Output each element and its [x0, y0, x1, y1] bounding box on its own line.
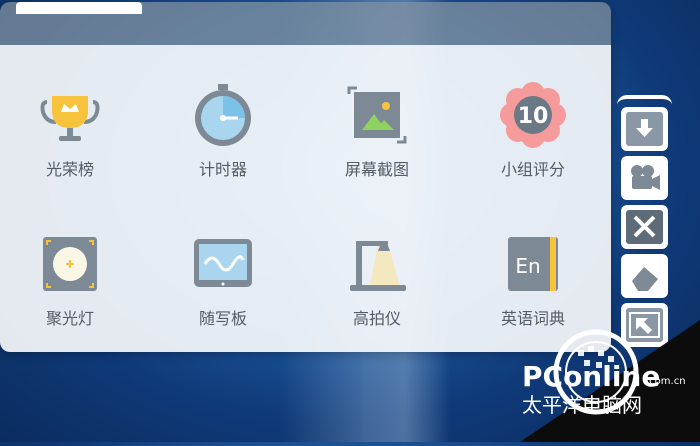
watermark-brand: PConline: [522, 360, 660, 393]
tool-timer[interactable]: 计时器: [153, 80, 293, 180]
tool-screenshot[interactable]: 屏幕截图: [307, 80, 447, 180]
tool-document-camera[interactable]: 高拍仪: [307, 229, 447, 329]
score-badge: 10: [518, 104, 549, 129]
score-flower-icon: 10: [498, 80, 568, 150]
dictionary-badge: En: [515, 254, 540, 278]
tool-writing-board[interactable]: 随写板: [153, 229, 293, 329]
writing-board-icon: [188, 229, 258, 299]
tool-label: 聚光灯: [45, 309, 94, 328]
tool-label: 随写板: [198, 309, 247, 328]
spotlight-icon: [35, 229, 105, 299]
stopwatch-icon: [188, 80, 258, 150]
download-button[interactable]: [621, 107, 668, 151]
screenshot-icon: [342, 80, 412, 150]
tool-label: 屏幕截图: [344, 160, 409, 179]
watermark-suffix: .com.cn: [646, 376, 686, 387]
eraser-button[interactable]: [621, 254, 668, 298]
tool-spotlight[interactable]: 聚光灯: [0, 229, 140, 329]
video-camera-icon: [626, 161, 663, 195]
document-camera-icon: [342, 229, 412, 299]
tool-label: 光荣榜: [45, 160, 94, 179]
tools-icon: [626, 210, 663, 244]
trophy-icon: [35, 80, 105, 150]
tool-label: 计时器: [198, 160, 247, 179]
dictionary-icon: En: [498, 229, 568, 299]
tool-group-score[interactable]: 10 小组评分: [463, 80, 603, 180]
tool-label: 小组评分: [500, 160, 565, 179]
eraser-icon: [626, 259, 663, 293]
tool-honor-roll[interactable]: 光荣榜: [0, 80, 140, 180]
pconline-watermark: PConline .com.cn 太平洋电脑网: [500, 300, 700, 442]
video-camera-button[interactable]: [621, 156, 668, 200]
download-icon: [626, 112, 663, 146]
watermark-chinese: 太平洋电脑网: [522, 393, 642, 417]
tool-label: 高拍仪: [352, 309, 401, 328]
panel-tab[interactable]: [16, 2, 142, 14]
tools-button[interactable]: [621, 205, 668, 249]
